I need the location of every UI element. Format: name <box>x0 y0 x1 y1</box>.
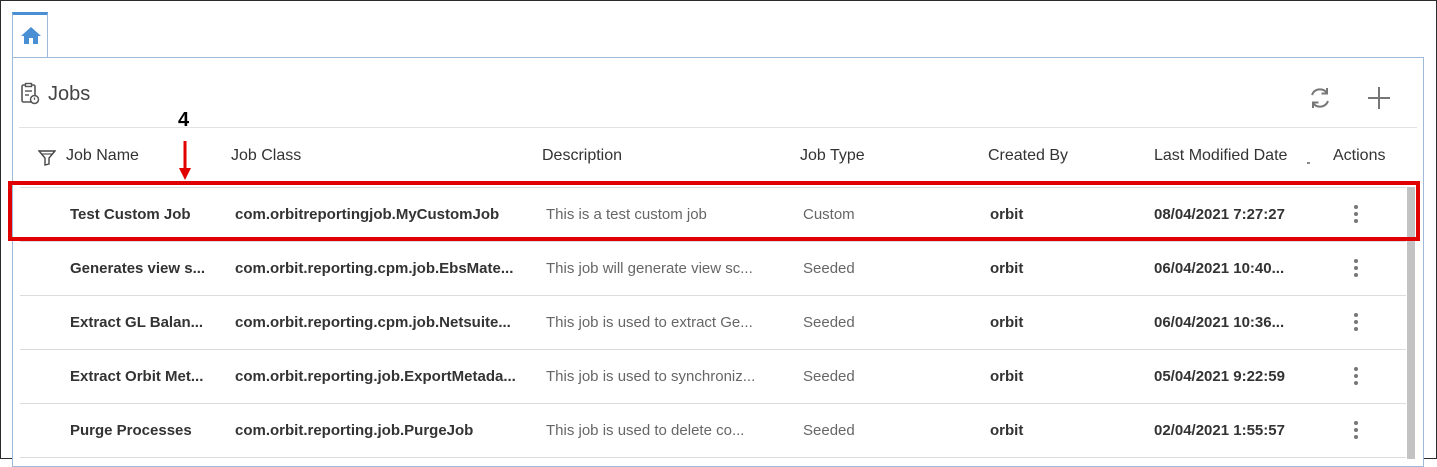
job-class-cell: com.orbit.reporting.cpm.job.EbsMate... <box>235 260 514 277</box>
refresh-button[interactable] <box>1306 84 1334 112</box>
filter-icon[interactable] <box>38 150 56 166</box>
last-modified-cell: 02/04/2021 1:55:57 <box>1154 422 1285 439</box>
created-by-cell: orbit <box>990 260 1024 277</box>
column-header-last-modified[interactable]: Last Modified Date <box>1154 147 1287 165</box>
plus-icon <box>1368 87 1390 109</box>
description-cell: This job is used to extract Ge... <box>546 314 753 331</box>
add-job-button[interactable] <box>1365 84 1393 112</box>
column-header-actions: Actions <box>1333 147 1386 164</box>
page-title: Jobs <box>48 82 91 105</box>
row-actions-menu-icon[interactable] <box>1346 366 1366 386</box>
job-class-cell: com.orbit.reporting.cpm.job.Netsuite... <box>235 314 511 331</box>
highlight-box <box>8 181 1420 241</box>
created-by-cell: orbit <box>990 422 1024 439</box>
header-divider <box>19 127 1417 128</box>
job-name-cell: Extract GL Balan... <box>70 314 204 331</box>
refresh-icon <box>1311 88 1329 108</box>
created-by-cell: orbit <box>990 314 1024 331</box>
table-row[interactable]: Extract GL Balan... com.orbit.reporting.… <box>20 296 1406 350</box>
job-type-cell: Seeded <box>803 368 855 385</box>
description-cell: This job is used to delete co... <box>546 422 745 439</box>
table-row[interactable]: Generates view s... com.orbit.reporting.… <box>20 242 1406 296</box>
job-type-cell: Seeded <box>803 422 855 439</box>
home-tab[interactable] <box>12 12 48 58</box>
description-cell: This job is used to synchroniz... <box>546 368 756 385</box>
table-row[interactable]: Extract Orbit Met... com.orbit.reporting… <box>20 350 1406 404</box>
column-header-job-type[interactable]: Job Type <box>800 147 865 165</box>
row-actions-menu-icon[interactable] <box>1346 312 1366 332</box>
table-row[interactable]: Purge Processes com.orbit.reporting.job.… <box>20 404 1406 458</box>
column-header-description[interactable]: Description <box>542 147 622 165</box>
job-name-cell: Purge Processes <box>70 422 192 439</box>
last-modified-cell: 06/04/2021 10:36... <box>1154 314 1285 331</box>
row-actions-menu-icon[interactable] <box>1346 258 1366 278</box>
annotation-number: 4 <box>178 109 190 131</box>
sort-indicator <box>1307 162 1310 164</box>
job-type-cell: Seeded <box>803 260 855 277</box>
home-icon <box>21 27 41 44</box>
job-class-cell: com.orbit.reporting.job.ExportMetada... <box>235 368 516 385</box>
job-name-cell: Extract Orbit Met... <box>70 368 204 385</box>
clipboard-icon <box>21 82 40 105</box>
last-modified-cell: 06/04/2021 10:40... <box>1154 260 1285 277</box>
job-type-cell: Seeded <box>803 314 855 331</box>
last-modified-cell: 05/04/2021 9:22:59 <box>1154 368 1285 385</box>
row-actions-menu-icon[interactable] <box>1346 420 1366 440</box>
created-by-cell: orbit <box>990 368 1024 385</box>
panel-header: Jobs <box>20 82 90 106</box>
column-header-job-name[interactable]: Job Name <box>66 147 139 165</box>
job-class-cell: com.orbit.reporting.job.PurgeJob <box>235 422 474 439</box>
column-header-job-class[interactable]: Job Class <box>231 147 301 165</box>
description-cell: This job will generate view sc... <box>546 260 753 277</box>
job-name-cell: Generates view s... <box>70 260 206 277</box>
column-header-created-by[interactable]: Created By <box>988 147 1068 165</box>
annotation-arrow-icon <box>179 141 191 180</box>
